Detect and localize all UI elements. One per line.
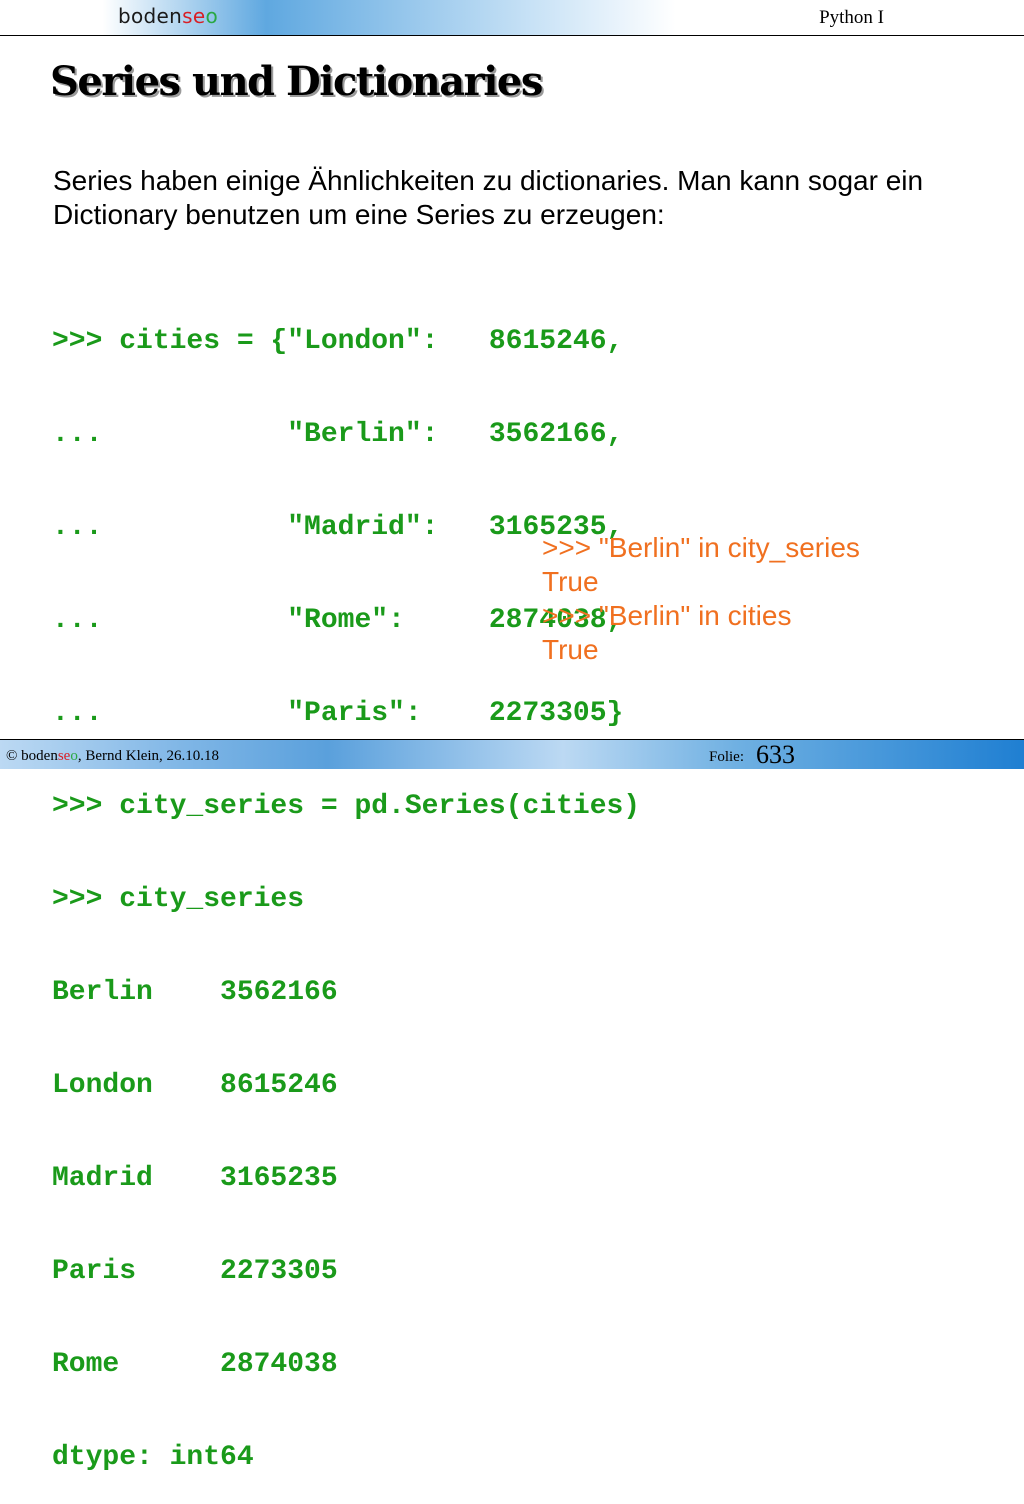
course-title: Python I bbox=[819, 7, 884, 28]
check-line: >>> "Berlin" in city_series bbox=[542, 532, 860, 563]
code-line: >>> city_series bbox=[52, 884, 305, 915]
membership-check-block: >>> "Berlin" in city_series True >>> "Be… bbox=[542, 531, 860, 667]
header-bar: bodenseo Python I bbox=[0, 0, 1024, 36]
footer-brand-part-2: se bbox=[57, 748, 71, 764]
code-line: >>> cities = {"London": 8615246, bbox=[52, 326, 624, 357]
slide-title: Series und Dictionaries bbox=[50, 58, 543, 105]
author-date: , Bernd Klein, 26.10.18 bbox=[77, 748, 220, 764]
code-line: Berlin 3562166 bbox=[52, 977, 338, 1008]
check-line: True bbox=[542, 634, 599, 665]
brand-logo: bodenseo bbox=[118, 4, 218, 28]
code-line: dtype: int64 bbox=[52, 1442, 254, 1473]
code-line: Paris 2273305 bbox=[52, 1256, 338, 1287]
check-line: True bbox=[542, 566, 599, 597]
brand-part-2: se bbox=[182, 4, 206, 28]
brand-part-3: o bbox=[205, 4, 218, 28]
brand-part-1: boden bbox=[118, 4, 183, 28]
code-block: >>> cities = {"London": 8615246, ... "Be… bbox=[52, 264, 640, 1504]
code-line: ... "Paris": 2273305} bbox=[52, 698, 624, 729]
slide-number: 633 bbox=[756, 740, 795, 769]
footer-brand-part-3: o bbox=[70, 748, 78, 764]
code-line: London 8615246 bbox=[52, 1070, 338, 1101]
copyright-sign: © bbox=[6, 748, 22, 764]
code-line: ... "Berlin": 3562166, bbox=[52, 419, 624, 450]
footer-bar: © bodenseo, Bernd Klein, 26.10.18 Folie:… bbox=[0, 739, 1024, 769]
code-line: Madrid 3165235 bbox=[52, 1163, 338, 1194]
check-line: >>> "Berlin" in cities bbox=[542, 600, 792, 631]
footer-brand-part-1: boden bbox=[21, 748, 58, 764]
code-line: Rome 2874038 bbox=[52, 1349, 338, 1380]
intro-text: Series haben einige Ähnlichkeiten zu dic… bbox=[53, 165, 924, 230]
slide-number-label: Folie: bbox=[709, 749, 745, 765]
footer-credit: © bodenseo, Bernd Klein, 26.10.18 bbox=[6, 748, 219, 765]
code-line: >>> city_series = pd.Series(cities) bbox=[52, 791, 641, 822]
